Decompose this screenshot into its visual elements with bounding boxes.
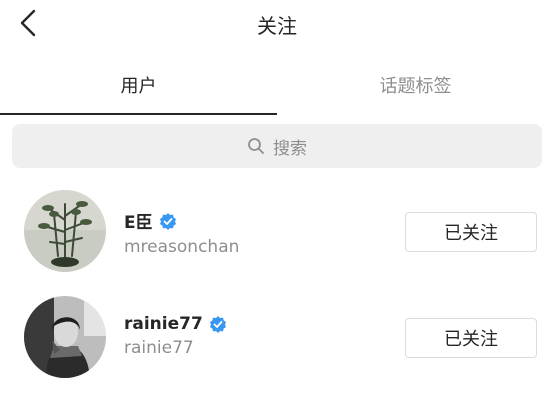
avatar[interactable]: [24, 296, 106, 378]
page-title: 关注: [257, 14, 297, 38]
tab-bar: 用户 话题标签: [0, 56, 554, 116]
user-names: rainie77 rainie77: [124, 314, 227, 358]
search-bar[interactable]: 搜索: [12, 124, 542, 168]
username[interactable]: E臣: [124, 208, 153, 233]
top-bar: 关注: [0, 0, 554, 48]
full-name: mreasonchan: [124, 237, 240, 257]
following-button[interactable]: 已关注: [405, 212, 537, 252]
avatar[interactable]: [24, 190, 106, 272]
user-names: E臣 mreasonchan: [124, 208, 239, 257]
following-button[interactable]: 已关注: [405, 318, 537, 358]
verified-badge-icon: [209, 316, 226, 333]
plant-avatar-icon: [24, 190, 106, 272]
full-name: rainie77: [124, 338, 194, 358]
search-icon: [248, 138, 264, 154]
tab-users[interactable]: 用户: [0, 56, 277, 114]
active-tab-indicator: [0, 113, 277, 115]
username[interactable]: rainie77: [124, 314, 203, 334]
verified-badge-icon: [159, 212, 176, 230]
user-row[interactable]: rainie77 rainie77 已关注: [0, 288, 554, 388]
search-placeholder: 搜索: [273, 138, 307, 159]
person-avatar-icon: [24, 296, 106, 378]
user-row[interactable]: E臣 mreasonchan 已关注: [0, 182, 554, 282]
tab-hashtags[interactable]: 话题标签: [277, 56, 554, 114]
